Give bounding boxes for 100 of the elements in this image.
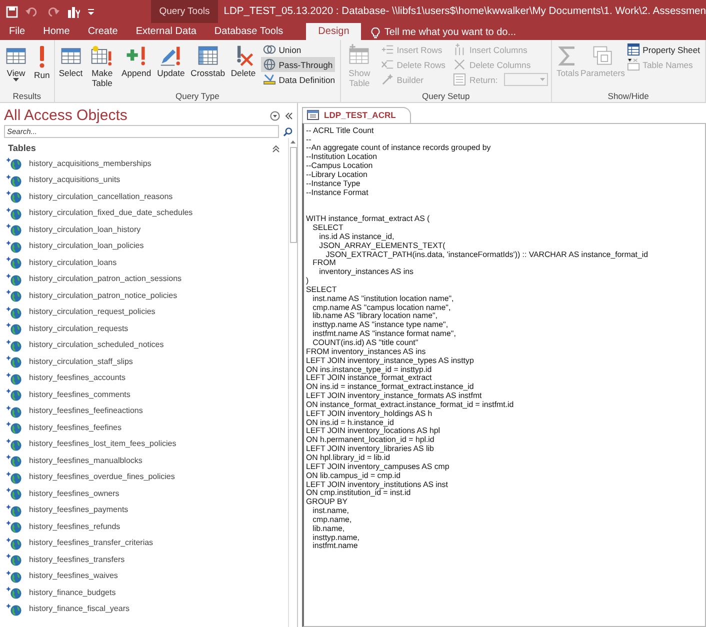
caret-icon xyxy=(13,78,19,82)
linked-globe-icon xyxy=(6,504,22,517)
table-list-item[interactable]: history_feesfines_accounts xyxy=(29,372,126,384)
ribbon-button[interactable]: Data Definition xyxy=(260,72,338,87)
dropdown-circle-icon[interactable] xyxy=(270,111,280,121)
table-list-item[interactable]: history_circulation_loan_policies xyxy=(29,240,144,252)
group-label: Query Type xyxy=(174,91,220,102)
table-list-item[interactable]: history_circulation_patron_notice_policies xyxy=(29,290,178,302)
table-list-item[interactable]: history_feesfines_transfers xyxy=(29,554,125,566)
ribbon-button[interactable]: Update xyxy=(156,42,186,91)
table-list-item[interactable]: history_acquisitions_units xyxy=(29,174,120,186)
ribbon-button[interactable]: Pass-Through xyxy=(260,57,335,72)
group-label: Show/Hide xyxy=(606,91,650,102)
table-list-item[interactable]: history_circulation_request_policies xyxy=(29,306,156,318)
table-list-item[interactable]: history_feesfines_overdue_fines_policies xyxy=(29,471,175,484)
ribbon-tab[interactable]: Database Tools xyxy=(205,23,292,40)
ribbon-button[interactable]: Append xyxy=(120,42,152,91)
table-list-item[interactable]: history_feesfines_feefines xyxy=(29,422,122,434)
table-list-item[interactable]: history_circulation_loans xyxy=(29,256,117,269)
table-list-item[interactable]: history_finance_budgets xyxy=(29,586,116,599)
table-list-item[interactable]: history_circulation_fixed_due_date_schedules xyxy=(29,207,193,220)
table-list-item[interactable]: history_circulation_cancellation_reasons xyxy=(29,190,173,203)
table-list-item[interactable]: history_feesfines_feefineactions xyxy=(29,405,143,418)
pane-title: All Access Objects xyxy=(4,107,128,125)
context-tab-label: Query Tools xyxy=(151,0,218,23)
table-list-item[interactable]: history_circulation_patron_action_sessions xyxy=(29,273,182,286)
ribbon-button[interactable]: Delete xyxy=(230,42,257,91)
globe-icon xyxy=(262,58,276,71)
collapse-pane-icon[interactable] xyxy=(285,112,293,120)
linked-globe-icon xyxy=(6,602,22,616)
table-list-item[interactable]: history_finance_fiscal_years xyxy=(29,603,130,616)
table-list-item[interactable]: history_circulation_staff_slips xyxy=(29,356,133,368)
query-icon xyxy=(307,110,319,120)
ribbon-tab[interactable]: Home xyxy=(34,23,79,40)
collapse-group-icon[interactable] xyxy=(272,144,280,153)
table-exclamation-icon xyxy=(90,44,114,68)
table-list-item[interactable]: history_circulation_requests xyxy=(29,322,128,335)
linked-globe-icon xyxy=(6,520,22,534)
ribbon-tab[interactable]: Create xyxy=(78,23,127,40)
ribbon-tab[interactable]: File xyxy=(0,23,34,40)
tell-me-field[interactable]: Tell me what you want to do... xyxy=(384,25,516,40)
table-list-item[interactable]: history_feesfines_comments xyxy=(29,388,130,401)
pencil-exclamation-icon xyxy=(158,44,183,68)
table-list-item[interactable]: history_feesfines_payments xyxy=(29,504,128,516)
ribbon-button[interactable]: Crosstab xyxy=(190,42,226,91)
redo-icon[interactable] xyxy=(46,6,60,18)
exclamation-icon xyxy=(38,46,45,68)
property-sheet-icon xyxy=(626,43,640,56)
table-names-icon xyxy=(626,58,640,71)
document-tab[interactable]: LDP_TEST_ACRL xyxy=(302,107,411,123)
ribbon-button[interactable]: Make Table xyxy=(88,42,116,91)
group-label: Query Setup xyxy=(421,91,471,102)
table-list-item[interactable]: history_circulation_scheduled_notices xyxy=(29,339,164,352)
linked-globe-icon xyxy=(6,272,22,286)
linked-globe-icon xyxy=(6,355,22,368)
linked-globe-icon xyxy=(6,536,22,550)
table-list-item[interactable]: history_feesfines_refunds xyxy=(29,520,120,533)
ribbon-button[interactable]: Union xyxy=(260,42,304,57)
insert-rows-icon xyxy=(380,43,394,56)
bars-icon[interactable] xyxy=(67,6,80,18)
ribbon-button[interactable]: Run xyxy=(33,42,51,91)
linked-globe-icon xyxy=(6,586,22,600)
linked-globe-icon xyxy=(6,487,22,500)
scrollbar[interactable] xyxy=(288,138,297,627)
table-list-item[interactable]: history_feesfines_waives xyxy=(29,570,118,582)
table-list-item[interactable]: history_feesfines_manualblocks xyxy=(29,454,142,467)
ribbon-button[interactable]: Property Sheet xyxy=(624,42,702,57)
table-icon xyxy=(196,44,220,68)
table-list-item[interactable]: history_feesfines_transfer_criterias xyxy=(29,537,154,550)
table-list-item[interactable]: history_acquisitions_memberships xyxy=(29,158,152,170)
group-header[interactable]: Tables xyxy=(8,142,272,156)
table-list-item[interactable]: history_feesfines_owners xyxy=(29,488,120,500)
ruler-icon xyxy=(262,73,276,86)
group-label: Results xyxy=(12,91,42,102)
ribbon-button[interactable]: View xyxy=(3,42,29,91)
ribbon-button[interactable]: Select xyxy=(58,42,84,91)
linked-globe-icon xyxy=(6,404,22,418)
linked-globe-icon xyxy=(6,223,22,236)
linked-globe-icon xyxy=(6,174,22,187)
undo-icon[interactable] xyxy=(25,6,39,18)
search-icon[interactable] xyxy=(283,126,293,136)
save-icon[interactable] xyxy=(6,6,18,18)
linked-globe-icon xyxy=(6,338,22,352)
linked-globe-icon xyxy=(6,256,22,270)
stacked-panels-icon xyxy=(590,44,615,68)
dropdown-caret-icon[interactable] xyxy=(87,8,95,16)
ribbon-tab[interactable]: Design xyxy=(306,23,362,40)
lightbulb-icon xyxy=(371,26,380,38)
ribbon-tab[interactable]: External Data xyxy=(126,23,206,40)
linked-globe-icon xyxy=(6,421,22,434)
linked-globe-icon xyxy=(6,190,22,204)
return-list-icon xyxy=(453,73,466,86)
wand-icon xyxy=(380,73,394,86)
linked-globe-icon xyxy=(6,206,22,220)
linked-globe-icon xyxy=(6,372,22,385)
linked-globe-icon xyxy=(6,553,22,566)
table-list-item[interactable]: history_circulation_loan_history xyxy=(29,224,141,236)
delete-columns-icon xyxy=(453,58,466,71)
table-list-item[interactable]: history_feesfines_lost_item_fees_policies xyxy=(29,438,176,450)
return-label: Return: xyxy=(451,72,500,87)
